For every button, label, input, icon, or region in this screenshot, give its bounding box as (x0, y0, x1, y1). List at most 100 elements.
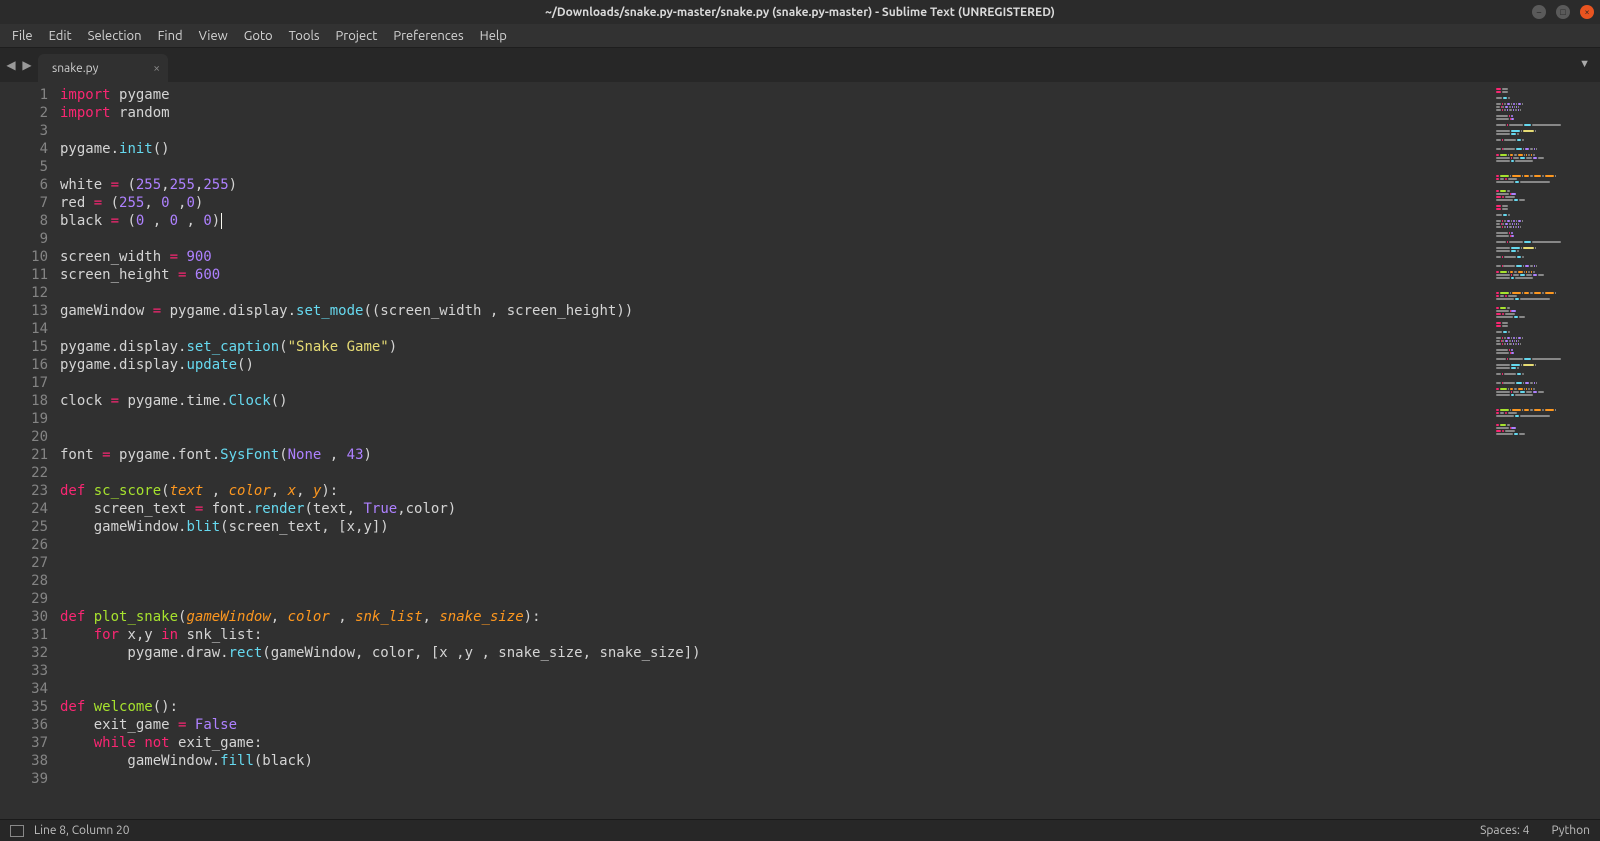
menu-preferences[interactable]: Preferences (385, 29, 471, 43)
code-line[interactable]: pygame.init() (60, 140, 1490, 158)
code-line[interactable]: font = pygame.font.SysFont(None , 43) (60, 446, 1490, 464)
code-line[interactable] (60, 374, 1490, 392)
close-button[interactable]: × (1580, 5, 1594, 19)
tab-history-back-icon[interactable]: ◀ (4, 58, 18, 72)
code-line[interactable] (60, 662, 1490, 680)
line-number: 8 (0, 212, 48, 230)
code-line[interactable]: screen_width = 900 (60, 248, 1490, 266)
line-number: 17 (0, 374, 48, 392)
line-number: 19 (0, 410, 48, 428)
menu-project[interactable]: Project (328, 29, 386, 43)
statusbar: Line 8, Column 20 Spaces: 4 Python (0, 819, 1600, 841)
code-line[interactable]: import pygame (60, 86, 1490, 104)
line-number: 36 (0, 716, 48, 734)
line-number: 16 (0, 356, 48, 374)
code-line[interactable]: pygame.draw.rect(gameWindow, color, [x ,… (60, 644, 1490, 662)
line-number: 1 (0, 86, 48, 104)
code-line[interactable] (60, 464, 1490, 482)
code-line[interactable] (60, 428, 1490, 446)
code-line[interactable] (60, 320, 1490, 338)
code-line[interactable] (60, 770, 1490, 788)
editor[interactable]: 1234567891011121314151617181920212223242… (0, 82, 1600, 819)
line-number: 35 (0, 698, 48, 716)
line-number: 11 (0, 266, 48, 284)
code-line[interactable] (60, 572, 1490, 590)
code-line[interactable]: clock = pygame.time.Clock() (60, 392, 1490, 410)
code-line[interactable] (60, 230, 1490, 248)
code-line[interactable]: def welcome(): (60, 698, 1490, 716)
code-area[interactable]: import pygameimport random pygame.init() w… (60, 82, 1490, 819)
line-number: 14 (0, 320, 48, 338)
line-number: 15 (0, 338, 48, 356)
tab-nav: ◀ ▶ (0, 48, 38, 82)
menu-selection[interactable]: Selection (80, 29, 150, 43)
line-number: 12 (0, 284, 48, 302)
tab-history-forward-icon[interactable]: ▶ (20, 58, 34, 72)
line-number: 37 (0, 734, 48, 752)
cursor-position: Line 8, Column 20 (34, 824, 130, 837)
menubar: FileEditSelectionFindViewGotoToolsProjec… (0, 24, 1600, 48)
code-line[interactable]: screen_height = 600 (60, 266, 1490, 284)
minimap[interactable] (1490, 82, 1600, 819)
line-number: 29 (0, 590, 48, 608)
code-line[interactable]: pygame.display.set_caption("Snake Game") (60, 338, 1490, 356)
menu-goto[interactable]: Goto (236, 29, 281, 43)
indentation-setting[interactable]: Spaces: 4 (1480, 824, 1529, 837)
menu-view[interactable]: View (191, 29, 236, 43)
code-line[interactable] (60, 554, 1490, 572)
code-line[interactable]: while not exit_game: (60, 734, 1490, 752)
line-number: 32 (0, 644, 48, 662)
code-line[interactable]: exit_game = False (60, 716, 1490, 734)
code-line[interactable]: pygame.display.update() (60, 356, 1490, 374)
line-number: 10 (0, 248, 48, 266)
menu-find[interactable]: Find (150, 29, 191, 43)
line-number: 22 (0, 464, 48, 482)
code-line[interactable] (60, 410, 1490, 428)
code-line[interactable]: white = (255,255,255) (60, 176, 1490, 194)
code-line[interactable] (60, 590, 1490, 608)
code-line[interactable]: screen_text = font.render(text, True,col… (60, 500, 1490, 518)
window-controls: – □ × (1532, 5, 1594, 19)
line-number: 31 (0, 626, 48, 644)
line-number: 28 (0, 572, 48, 590)
code-line[interactable]: red = (255, 0 ,0) (60, 194, 1490, 212)
code-line[interactable]: for x,y in snk_list: (60, 626, 1490, 644)
code-line[interactable]: def sc_score(text , color, x, y): (60, 482, 1490, 500)
tab-label: snake.py (52, 62, 98, 75)
minimize-button[interactable]: – (1532, 5, 1546, 19)
menu-edit[interactable]: Edit (41, 29, 80, 43)
code-line[interactable] (60, 536, 1490, 554)
menu-help[interactable]: Help (472, 29, 515, 43)
close-icon[interactable]: × (153, 62, 160, 75)
tab-snake-py[interactable]: snake.py × (38, 54, 168, 82)
tab-list-dropdown-icon[interactable]: ▼ (1579, 58, 1590, 70)
maximize-button[interactable]: □ (1556, 5, 1570, 19)
panel-switcher-icon[interactable] (10, 825, 24, 837)
line-number: 21 (0, 446, 48, 464)
line-number: 18 (0, 392, 48, 410)
line-number: 33 (0, 662, 48, 680)
line-number-gutter: 1234567891011121314151617181920212223242… (0, 82, 60, 819)
menu-tools[interactable]: Tools (281, 29, 328, 43)
code-line[interactable]: black = (0 , 0 , 0) (60, 212, 1490, 230)
line-number: 25 (0, 518, 48, 536)
line-number: 4 (0, 140, 48, 158)
window-title: ~/Downloads/snake.py-master/snake.py (sn… (545, 6, 1055, 19)
line-number: 6 (0, 176, 48, 194)
code-line[interactable] (60, 158, 1490, 176)
syntax-setting[interactable]: Python (1551, 824, 1590, 837)
code-line[interactable] (60, 680, 1490, 698)
code-line[interactable]: gameWindow.blit(screen_text, [x,y]) (60, 518, 1490, 536)
line-number: 23 (0, 482, 48, 500)
code-line[interactable]: gameWindow.fill(black) (60, 752, 1490, 770)
code-line[interactable] (60, 122, 1490, 140)
tab-bar: ◀ ▶ snake.py × ▼ (0, 48, 1600, 82)
code-line[interactable]: import random (60, 104, 1490, 122)
code-line[interactable]: gameWindow = pygame.display.set_mode((sc… (60, 302, 1490, 320)
code-line[interactable] (60, 284, 1490, 302)
line-number: 27 (0, 554, 48, 572)
menu-file[interactable]: File (4, 29, 41, 43)
code-line[interactable]: def plot_snake(gameWindow, color , snk_l… (60, 608, 1490, 626)
line-number: 24 (0, 500, 48, 518)
line-number: 13 (0, 302, 48, 320)
